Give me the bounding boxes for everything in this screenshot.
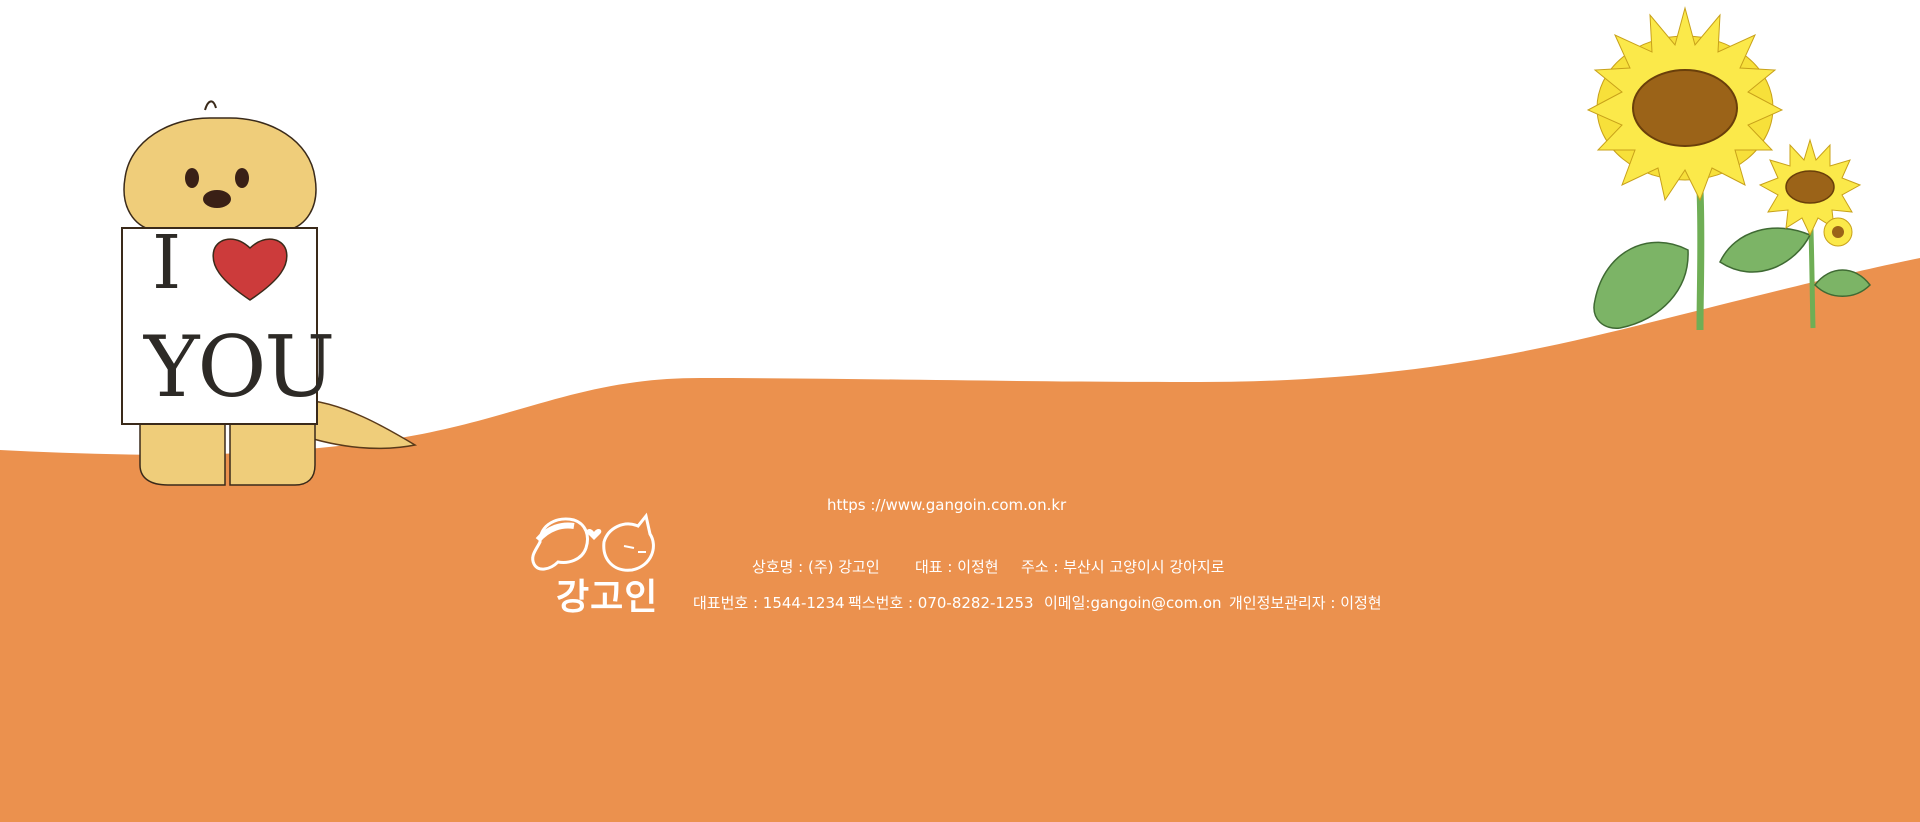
email-address[interactable]: 이메일:gangoin@com.on: [1044, 592, 1222, 613]
fax-number: 팩스번호 : 070-8282-1253: [848, 594, 1034, 612]
site-url-link[interactable]: https ://www.gangoin.com.on.kr: [827, 496, 1066, 514]
logo-text: 강고인: [556, 577, 659, 618]
sign-line-2: YOU: [144, 318, 335, 416]
ceo-name: 대표 : 이정현: [915, 558, 999, 576]
footer-banner: I YOU https://www.gangoin.com.on.kr 강고인…: [0, 0, 1920, 822]
company-name: 상호명 : (주) 강고인: [752, 558, 880, 576]
privacy-manager: 개인정보관리자 : 이정현: [1229, 594, 1382, 612]
dog-illustration: I YOU: [110, 100, 430, 495]
site-logo[interactable]: 강고인: [528, 512, 668, 618]
sunflower-illustration: [1560, 0, 1900, 345]
main-phone: 대표번호 : 1544-1234: [693, 594, 845, 612]
company-address: 주소 : 부산시 고양이시 강아지로: [1021, 558, 1225, 576]
sign-line-1: I: [152, 220, 182, 306]
